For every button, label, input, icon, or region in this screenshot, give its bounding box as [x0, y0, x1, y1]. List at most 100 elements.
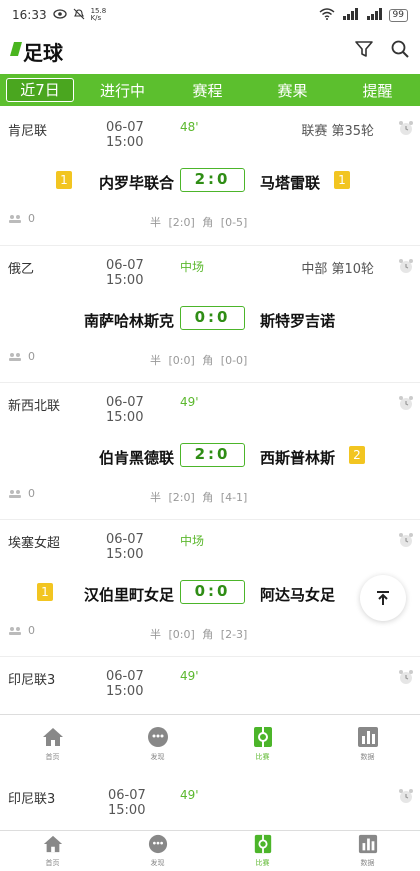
nav-data[interactable]: 数据	[315, 831, 420, 871]
match-datetime: 06-07 15:00	[108, 788, 146, 818]
half-corner: 半 [0:0] 角 [0-0]	[150, 354, 248, 367]
match-row[interactable]: 印尼联3 06-07 15:00 49'	[0, 772, 420, 830]
match-status: 中场	[180, 260, 205, 274]
match-datetime: 06-07 15:00	[106, 120, 144, 150]
match-status: 49'	[180, 788, 199, 802]
alarm-clock-icon[interactable]	[398, 120, 414, 140]
match-datetime: 06-07 15:00	[106, 669, 144, 699]
alarm-clock-icon[interactable]	[398, 532, 414, 552]
tab-schedule[interactable]: 赛程	[165, 80, 250, 101]
search-icon[interactable]	[390, 39, 410, 63]
app-header: 足球	[0, 32, 420, 70]
away-team: 马塔雷联	[260, 174, 321, 192]
match-row[interactable]: 埃塞女超 06-07 15:00 中场 1 汉伯里町女足 0:0 阿达马女足 0 …	[0, 520, 420, 657]
home-card-badge: 1	[37, 583, 53, 601]
scroll-to-top-button[interactable]	[360, 575, 406, 621]
score-box: 2:0	[180, 443, 245, 467]
arrow-up-icon	[377, 591, 389, 605]
chart-icon	[358, 834, 377, 854]
viewers-icon	[9, 352, 21, 361]
nav-discover[interactable]: 发现	[105, 831, 210, 871]
match-row[interactable]: 肯尼联 06-07 15:00 48' 联赛 第35轮 1 内罗毕联合 2:0 马…	[0, 108, 420, 246]
home-icon	[42, 727, 63, 746]
away-card-badge: 1	[334, 171, 350, 189]
away-card-badge: 2	[349, 446, 365, 464]
match-datetime: 06-07 15:00	[106, 258, 144, 288]
nav-home[interactable]: 首页	[0, 831, 105, 871]
league-name: 新西北联	[8, 399, 61, 414]
chat-icon	[148, 834, 167, 854]
half-corner: 半 [0:0] 角 [2-3]	[150, 628, 248, 641]
home-icon	[43, 835, 62, 853]
away-team: 斯特罗吉诺	[260, 312, 336, 330]
half-corner: 半 [2:0] 角 [4-1]	[150, 491, 248, 504]
signal-4g-icon	[365, 8, 383, 22]
team-row: 1 汉伯里町女足 0:0 阿达马女足	[0, 580, 420, 606]
eye-icon	[52, 8, 67, 22]
league-name: 埃塞女超	[8, 536, 61, 551]
tab-reminder[interactable]: 提醒	[335, 80, 420, 101]
league-name: 印尼联3	[8, 673, 56, 688]
match-round: 中部 第10轮	[301, 262, 374, 277]
away-team: 西斯普林斯	[260, 449, 336, 467]
alarm-clock-icon[interactable]	[398, 395, 414, 415]
match-datetime: 06-07 15:00	[106, 395, 144, 425]
home-team: 内罗毕联合	[98, 174, 174, 192]
match-row[interactable]: 俄乙 06-07 15:00 中场 中部 第10轮 南萨哈林斯克 0:0 斯特罗吉…	[0, 246, 420, 383]
league-name: 印尼联3	[8, 792, 56, 807]
home-team: 汉伯里町女足	[83, 586, 174, 604]
match-row[interactable]: 印尼联3 06-07 15:00 49'	[0, 657, 420, 714]
team-row: 伯肯黑德联 2:0 西斯普林斯 2	[0, 443, 420, 469]
nav-match[interactable]: 比赛	[210, 715, 315, 772]
bottom-nav: 首页 发现 比赛 数据	[0, 830, 420, 871]
score-box: 0:0	[180, 306, 245, 330]
match-status: 中场	[180, 534, 205, 548]
nav-match[interactable]: 比赛	[210, 831, 315, 871]
alarm-clock-icon[interactable]	[398, 788, 414, 808]
score-box: 0:0	[180, 580, 245, 604]
viewers: 0	[8, 212, 35, 225]
bottom-nav: 首页 发现 比赛 数据	[0, 714, 420, 772]
page-title: 足球	[23, 40, 63, 65]
match-status: 49'	[180, 669, 199, 683]
home-card-badge: 1	[56, 171, 72, 189]
viewers-icon	[9, 626, 21, 635]
viewers-icon	[9, 214, 21, 223]
team-row: 南萨哈林斯克 0:0 斯特罗吉诺	[0, 306, 420, 332]
tab-results[interactable]: 赛果	[250, 80, 335, 101]
mute-icon	[73, 8, 85, 23]
score-box: 2:0	[180, 168, 245, 192]
signal-4g-icon	[341, 8, 359, 22]
match-status: 48'	[180, 120, 199, 134]
match-icon	[253, 726, 272, 747]
tab-live[interactable]: 进行中	[80, 80, 165, 101]
viewers: 0	[8, 624, 35, 637]
league-name: 俄乙	[8, 262, 35, 277]
nav-data[interactable]: 数据	[315, 715, 420, 772]
logo-icon	[10, 41, 22, 61]
alarm-clock-icon[interactable]	[398, 258, 414, 278]
league-name: 肯尼联	[8, 124, 48, 139]
team-row: 1 内罗毕联合 2:0 马塔雷联 1	[0, 168, 420, 194]
status-time: 16:33	[12, 8, 47, 22]
alarm-clock-icon[interactable]	[398, 669, 414, 689]
filter-icon[interactable]	[354, 39, 374, 63]
viewers-icon	[9, 489, 21, 498]
match-status: 49'	[180, 395, 199, 409]
match-round: 联赛 第35轮	[301, 124, 374, 139]
net-speed: 15.8 K/s	[90, 7, 107, 22]
nav-discover[interactable]: 发现	[105, 715, 210, 772]
status-bar: 16:33 15.8 K/s 99	[0, 0, 420, 30]
viewers: 0	[8, 350, 35, 363]
nav-home[interactable]: 首页	[0, 715, 105, 772]
chat-icon	[147, 726, 168, 747]
home-team: 南萨哈林斯克	[83, 312, 174, 330]
match-row[interactable]: 新西北联 06-07 15:00 49' 伯肯黑德联 2:0 西斯普林斯 2 0 …	[0, 383, 420, 520]
away-team: 阿达马女足	[260, 586, 336, 604]
half-corner: 半 [2:0] 角 [0-5]	[150, 216, 248, 229]
match-datetime: 06-07 15:00	[106, 532, 144, 562]
tab-7days[interactable]: 近7日	[6, 78, 74, 102]
viewers: 0	[8, 487, 35, 500]
home-team: 伯肯黑德联	[98, 449, 174, 467]
chart-icon	[357, 726, 378, 747]
